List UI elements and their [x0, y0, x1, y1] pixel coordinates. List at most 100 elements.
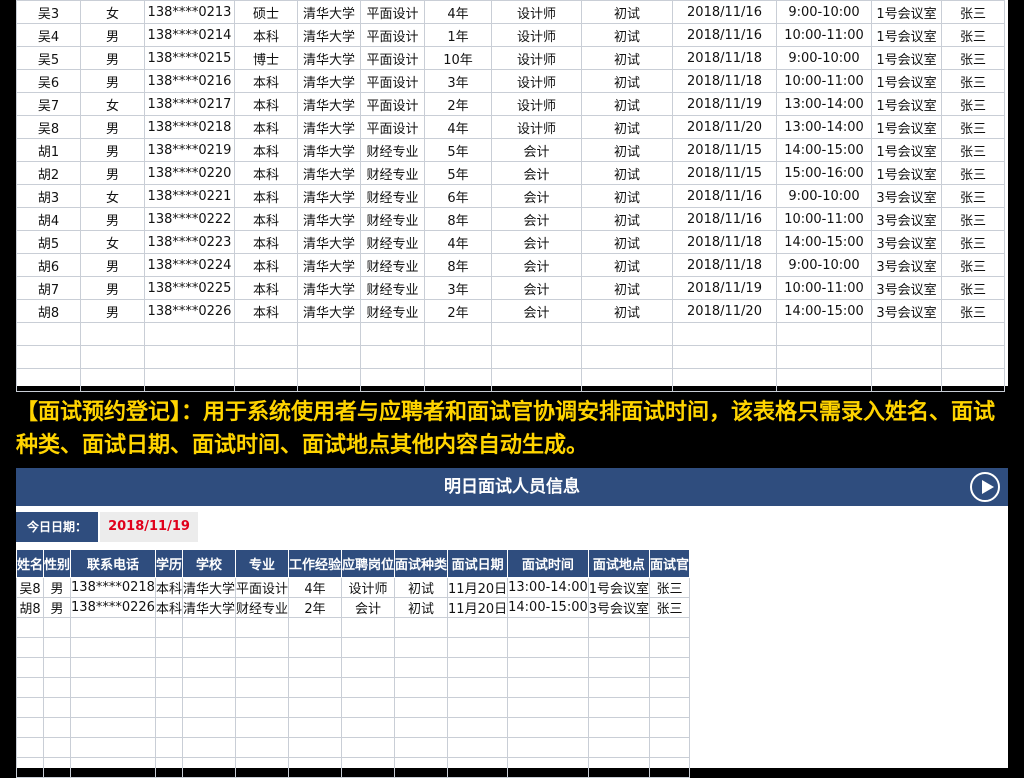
cell-phone[interactable]: 138****0214 [144, 23, 235, 47]
cell-position[interactable]: 设计师 [491, 23, 582, 47]
empty-cell[interactable] [287, 677, 343, 698]
empty-cell[interactable] [394, 617, 449, 638]
cell-interview-location[interactable]: 3号会议室 [871, 207, 942, 231]
empty-cell[interactable] [587, 637, 651, 658]
empty-cell[interactable] [70, 697, 156, 718]
cell-name[interactable]: 胡5 [16, 230, 81, 254]
cell-interview-type[interactable]: 初试 [581, 161, 673, 185]
cell-interview-date[interactable]: 2018/11/20 [672, 299, 777, 323]
cell-name[interactable]: 胡4 [16, 207, 81, 231]
empty-cell[interactable] [181, 637, 236, 658]
cell-interview-location[interactable]: 1号会议室 [871, 92, 942, 116]
empty-cell[interactable] [424, 322, 492, 346]
cell-gender[interactable]: 女 [80, 0, 145, 24]
cell-experience[interactable]: 4年 [287, 577, 343, 598]
empty-cell[interactable] [16, 322, 81, 346]
cell-school[interactable]: 清华大学 [297, 138, 361, 162]
cell-experience[interactable]: 8年 [424, 207, 492, 231]
cell-major[interactable]: 平面设计 [234, 577, 289, 598]
cell-gender[interactable]: 男 [80, 299, 145, 323]
cell-experience[interactable]: 2年 [424, 92, 492, 116]
empty-cell[interactable] [447, 657, 509, 678]
cell-interviewer[interactable]: 张三 [941, 69, 1005, 93]
cell-interview-type[interactable]: 初试 [581, 92, 673, 116]
empty-cell[interactable] [491, 345, 582, 369]
cell-interviewer[interactable]: 张三 [941, 161, 1005, 185]
cell-school[interactable]: 清华大学 [181, 597, 236, 618]
empty-cell[interactable] [776, 368, 872, 392]
empty-cell[interactable] [507, 677, 589, 698]
empty-cell[interactable] [181, 697, 236, 718]
cell-interview-time[interactable]: 13:00-14:00 [776, 92, 872, 116]
empty-cell[interactable] [340, 697, 396, 718]
empty-cell[interactable] [394, 697, 449, 718]
empty-cell[interactable] [672, 345, 777, 369]
cell-phone[interactable]: 138****0218 [144, 115, 235, 139]
empty-cell[interactable] [340, 737, 396, 758]
cell-position[interactable]: 会计 [491, 207, 582, 231]
cell-interview-time[interactable]: 14:00-15:00 [776, 299, 872, 323]
cell-gender[interactable]: 男 [80, 23, 145, 47]
cell-interview-time[interactable]: 9:00-10:00 [776, 0, 872, 24]
cell-interview-type[interactable]: 初试 [581, 230, 673, 254]
cell-interview-date[interactable]: 2018/11/20 [672, 115, 777, 139]
cell-school[interactable]: 清华大学 [297, 299, 361, 323]
cell-major[interactable]: 财经专业 [360, 253, 425, 277]
cell-experience[interactable]: 4年 [424, 115, 492, 139]
cell-phone[interactable]: 138****0220 [144, 161, 235, 185]
empty-cell[interactable] [360, 345, 425, 369]
cell-education[interactable]: 本科 [234, 276, 298, 300]
empty-cell[interactable] [15, 677, 45, 698]
empty-cell[interactable] [234, 697, 289, 718]
cell-major[interactable]: 财经专业 [360, 161, 425, 185]
cell-education[interactable]: 本科 [154, 597, 183, 618]
cell-major[interactable]: 财经专业 [234, 597, 289, 618]
cell-experience[interactable]: 8年 [424, 253, 492, 277]
empty-cell[interactable] [507, 697, 589, 718]
cell-major[interactable]: 平面设计 [360, 46, 425, 70]
empty-cell[interactable] [447, 737, 509, 758]
empty-cell[interactable] [941, 322, 1005, 346]
cell-name[interactable]: 吴6 [16, 69, 81, 93]
cell-experience[interactable]: 3年 [424, 276, 492, 300]
empty-cell[interactable] [70, 657, 156, 678]
empty-cell[interactable] [234, 737, 289, 758]
cell-experience[interactable]: 2年 [424, 299, 492, 323]
cell-interviewer[interactable]: 张三 [941, 276, 1005, 300]
cell-interviewer[interactable]: 张三 [941, 230, 1005, 254]
cell-phone[interactable]: 138****0226 [144, 299, 235, 323]
cell-name[interactable]: 胡3 [16, 184, 81, 208]
empty-cell[interactable] [587, 697, 651, 718]
cell-interviewer[interactable]: 张三 [941, 138, 1005, 162]
cell-gender[interactable]: 女 [80, 184, 145, 208]
cell-interview-location[interactable]: 3号会议室 [871, 299, 942, 323]
empty-cell[interactable] [154, 657, 183, 678]
cell-phone[interactable]: 138****0222 [144, 207, 235, 231]
empty-cell[interactable] [672, 322, 777, 346]
cell-interview-time[interactable]: 10:00-11:00 [776, 207, 872, 231]
cell-education[interactable]: 博士 [234, 46, 298, 70]
cell-major[interactable]: 平面设计 [360, 115, 425, 139]
empty-cell[interactable] [360, 368, 425, 392]
empty-cell[interactable] [507, 737, 589, 758]
cell-interviewer[interactable]: 张三 [941, 207, 1005, 231]
cell-education[interactable]: 本科 [234, 230, 298, 254]
cell-experience[interactable]: 1年 [424, 23, 492, 47]
cell-education[interactable]: 本科 [234, 138, 298, 162]
empty-cell[interactable] [871, 322, 942, 346]
empty-cell[interactable] [287, 737, 343, 758]
cell-interview-date[interactable]: 2018/11/16 [672, 207, 777, 231]
cell-education[interactable]: 本科 [234, 161, 298, 185]
cell-gender[interactable]: 男 [43, 577, 72, 598]
cell-education[interactable]: 本科 [234, 299, 298, 323]
cell-interviewer[interactable]: 张三 [941, 0, 1005, 24]
empty-cell[interactable] [491, 322, 582, 346]
empty-cell[interactable] [80, 368, 145, 392]
cell-phone[interactable]: 138****0218 [70, 577, 156, 598]
cell-interview-time[interactable]: 10:00-11:00 [776, 276, 872, 300]
cell-interview-date[interactable]: 11月20日 [447, 597, 509, 618]
empty-cell[interactable] [587, 737, 651, 758]
cell-position[interactable]: 设计师 [491, 69, 582, 93]
cell-gender[interactable]: 男 [80, 46, 145, 70]
cell-phone[interactable]: 138****0221 [144, 184, 235, 208]
